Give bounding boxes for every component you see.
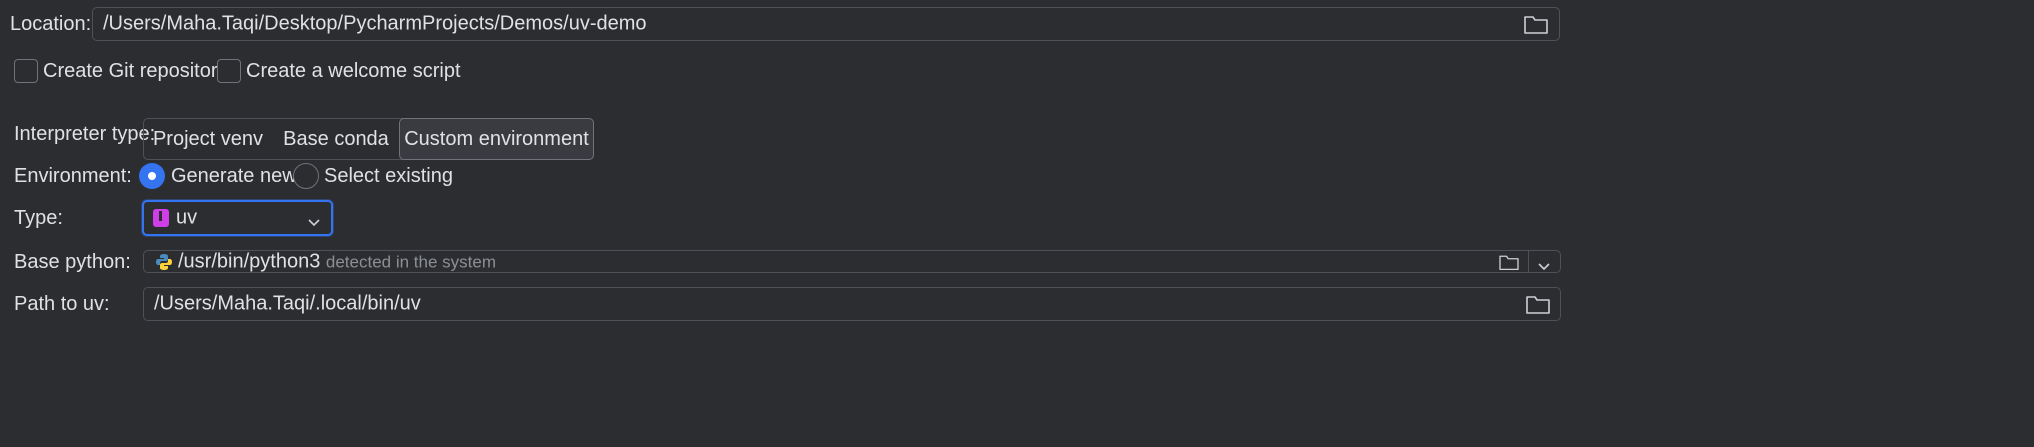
generate-new-radio[interactable] [139,163,165,189]
create-git-checkbox[interactable] [14,59,38,83]
path-to-uv-value: /Users/Maha.Taqi/.local/bin/uv [154,292,421,315]
type-value: uv [176,206,198,229]
base-python-combobox[interactable]: /usr/bin/python3 detected in the system [143,250,1561,273]
interpreter-type-label: Interpreter type: [14,123,156,145]
interpreter-option-custom-environment[interactable]: Custom environment [399,118,594,160]
uv-icon [153,209,169,227]
location-field[interactable]: /Users/Maha.Taqi/Desktop/PycharmProjects… [92,7,1560,41]
base-python-value: /usr/bin/python3 detected in the system [178,250,496,273]
path-to-uv-label: Path to uv: [14,293,110,315]
generate-new-label: Generate new [171,165,297,187]
python-icon [155,253,173,277]
location-label: Location: [10,13,92,35]
path-to-uv-field[interactable]: /Users/Maha.Taqi/.local/bin/uv [143,287,1561,321]
interpreter-option-project-venv[interactable]: Project venv [144,119,272,159]
base-python-hint: detected in the system [325,252,496,271]
welcome-script-checkbox[interactable] [217,59,241,83]
interpreter-type-selector: Project venv Base conda Custom environme… [143,118,594,160]
interpreter-option-base-conda[interactable]: Base conda [272,119,400,159]
select-existing-label: Select existing [324,165,453,187]
folder-icon[interactable] [1525,293,1551,315]
base-python-label: Base python: [14,251,131,273]
folder-icon[interactable] [1523,13,1549,35]
select-existing-radio[interactable] [293,163,319,189]
folder-icon[interactable] [1498,253,1520,271]
chevron-down-icon[interactable] [1537,256,1551,279]
location-value: /Users/Maha.Taqi/Desktop/PycharmProjects… [103,12,647,35]
base-python-path: /usr/bin/python3 [178,250,321,272]
type-combobox[interactable]: uv [142,200,333,236]
chevron-down-icon [307,212,321,235]
create-git-label: Create Git repository [43,60,228,82]
welcome-script-label: Create a welcome script [246,60,461,82]
type-label: Type: [14,207,63,229]
environment-label: Environment: [14,165,132,187]
combo-divider [1528,250,1529,273]
new-project-form: Location: /Users/Maha.Taqi/Desktop/Pycha… [0,0,2034,447]
